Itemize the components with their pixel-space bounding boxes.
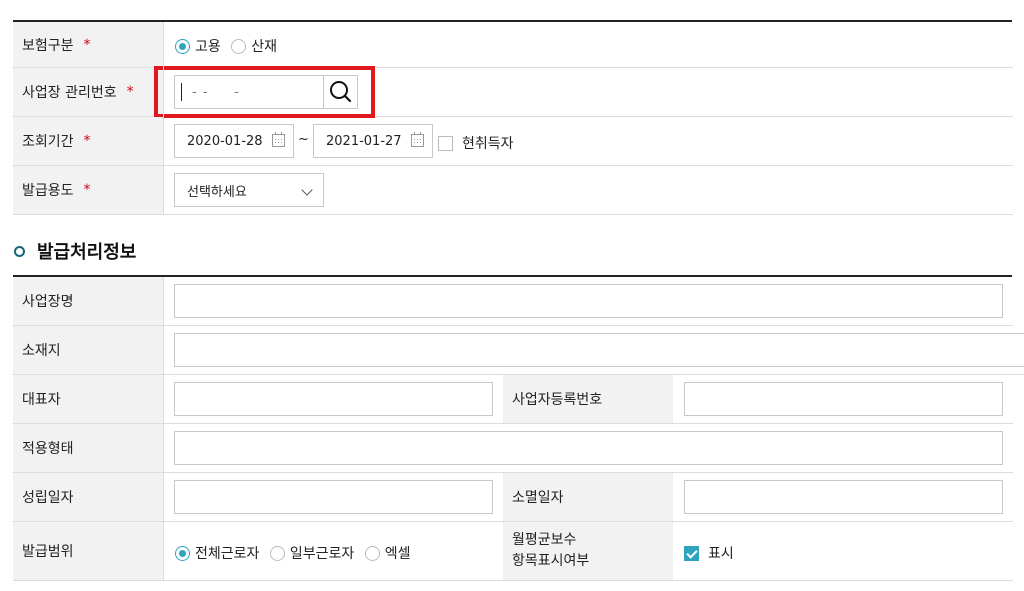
calendar-icon[interactable]	[411, 132, 424, 147]
search-icon	[330, 81, 352, 103]
location-label-text: 소재지	[22, 343, 61, 359]
purpose-label: 발급용도 *	[13, 166, 163, 215]
extinguished-label: 소멸일자	[503, 473, 673, 522]
representative-label: 대표자	[13, 375, 163, 424]
form-column-divider	[163, 22, 164, 215]
established-label: 성립일자	[13, 473, 163, 522]
radio-all-workers[interactable]	[175, 545, 190, 561]
location-input[interactable]	[174, 333, 1024, 367]
period-to-input[interactable]: 2021-01-27	[313, 124, 433, 158]
location-label: 소재지	[13, 326, 163, 375]
biz-mgmt-no-search-button[interactable]	[323, 75, 358, 109]
radio-excel-label: 엑셀	[384, 546, 411, 562]
radio-all-workers-label: 전체근로자	[195, 546, 260, 562]
biz-mgmt-no-label: 사업장 관리번호 *	[13, 68, 163, 117]
extinguished-input[interactable]	[684, 480, 1003, 514]
established-input[interactable]	[174, 480, 493, 514]
radio-employment[interactable]	[175, 38, 190, 54]
calendar-icon[interactable]	[272, 132, 285, 147]
insurance-type-radios: 고용 산재	[175, 36, 283, 56]
issue-scope-radios: 전체근로자 일부근로자 엑셀	[175, 543, 416, 563]
bullet-icon	[14, 245, 25, 257]
biz-reg-no-label-text: 사업자등록번호	[512, 392, 603, 408]
required-mark: *	[83, 182, 91, 198]
issue-scope-label: 발급범위	[13, 522, 163, 581]
text-cursor	[181, 83, 182, 101]
radio-some-workers[interactable]	[269, 545, 285, 561]
apply-type-label-text: 적용형태	[22, 441, 74, 457]
period-label: 조회기간 *	[13, 117, 163, 166]
avg-wage-label-line1: 월평균보수	[512, 532, 577, 548]
purpose-select[interactable]: 선택하세요	[174, 173, 324, 207]
avg-wage-label-line2: 항목표시여부	[512, 553, 590, 569]
radio-employment-label: 고용	[195, 39, 221, 55]
purpose-select-value: 선택하세요	[187, 184, 247, 200]
avg-wage-checkbox[interactable]	[684, 545, 699, 561]
biz-name-input[interactable]	[174, 284, 1003, 318]
chevron-down-icon	[301, 184, 313, 196]
apply-type-input[interactable]	[174, 431, 1003, 465]
period-label-text: 조회기간	[22, 134, 74, 150]
avg-wage-option: 표시	[684, 543, 734, 563]
biz-mgmt-no-value: - - -	[192, 84, 240, 100]
biz-reg-no-label: 사업자등록번호	[503, 375, 673, 424]
biz-name-label: 사업장명	[13, 277, 163, 326]
biz-mgmt-no-input[interactable]: - - -	[174, 75, 324, 109]
established-label-text: 성립일자	[22, 490, 74, 506]
radio-industrial-accident-label: 산재	[251, 39, 277, 55]
biz-reg-no-input[interactable]	[684, 382, 1003, 416]
period-to-value: 2021-01-27	[326, 133, 402, 149]
current-acquirer-checkbox[interactable]	[438, 135, 453, 151]
period-from-value: 2020-01-28	[187, 133, 263, 149]
period-from-input[interactable]: 2020-01-28	[174, 124, 294, 158]
required-mark: *	[83, 36, 91, 53]
biz-name-label-text: 사업장명	[22, 294, 74, 310]
radio-some-workers-label: 일부근로자	[289, 546, 355, 562]
radio-industrial-accident[interactable]	[231, 38, 247, 54]
avg-wage-checkbox-label: 표시	[708, 546, 734, 562]
avg-wage-label: 월평균보수 항목표시여부	[503, 522, 673, 581]
info-column-divider	[163, 277, 164, 581]
insurance-type-label-text: 보험구분	[22, 37, 74, 54]
biz-mgmt-no-label-text: 사업장 관리번호	[22, 85, 117, 101]
required-mark: *	[126, 84, 134, 100]
section-title: 발급처리정보	[13, 238, 136, 264]
required-mark: *	[83, 133, 91, 149]
insurance-type-cell	[163, 22, 1013, 68]
representative-label-text: 대표자	[22, 392, 61, 408]
insurance-type-label: 보험구분 *	[13, 22, 163, 68]
section-title-text: 발급처리정보	[37, 242, 137, 263]
representative-input[interactable]	[174, 382, 493, 416]
extinguished-label-text: 소멸일자	[512, 490, 564, 506]
current-acquirer-label: 현취득자	[462, 136, 514, 152]
period-separator: ~	[298, 132, 309, 147]
purpose-label-text: 발급용도	[22, 183, 74, 199]
issue-scope-label-text: 발급범위	[22, 544, 74, 560]
current-acquirer-option: 현취득자	[438, 133, 514, 153]
radio-excel[interactable]	[364, 545, 380, 561]
apply-type-label: 적용형태	[13, 424, 163, 473]
